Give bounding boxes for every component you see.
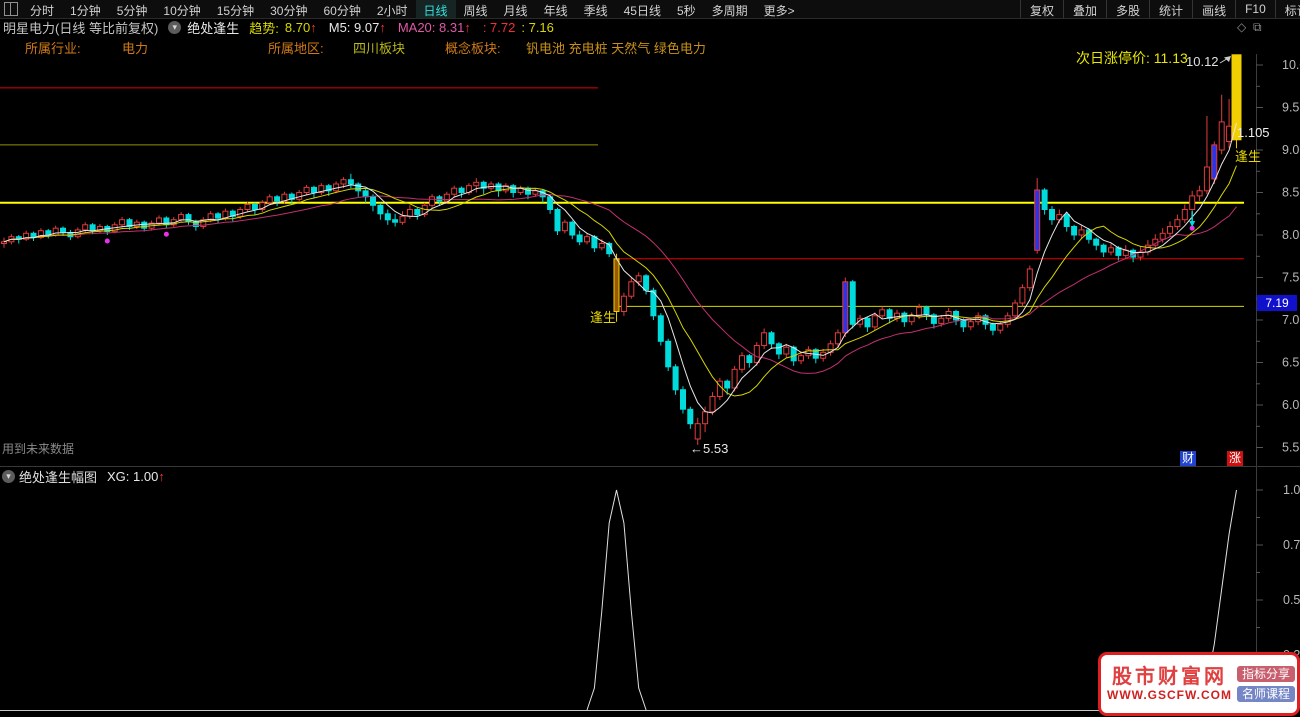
period-tab-1[interactable]: 1分钟 (62, 0, 109, 18)
instrument-title: 明星电力(日线 等比前复权) (3, 20, 159, 36)
sub-panel-header: ▾ 绝处逢生幅图 XG: 1.00 ↑ (0, 467, 165, 486)
xg-value: XG: 1.00 (107, 468, 159, 484)
m5-value: M5: 9.07 (328, 19, 380, 35)
period-tab-16[interactable]: 更多> (756, 0, 803, 18)
layout-icon[interactable] (4, 2, 18, 16)
signal-label-mid: 逢生 (590, 310, 617, 325)
period-tab-11[interactable]: 年线 (536, 0, 576, 18)
svg-text:6.0: 6.0 (1282, 398, 1299, 412)
low-price-label: ←5.53 (690, 441, 729, 456)
watermark: 股市财富网 WWW.GSCFW.COM 指标分享 名师课程 (1098, 652, 1300, 716)
period-tab-0[interactable]: 分时 (22, 0, 62, 18)
signal-label-right: 逢生 (1235, 149, 1262, 164)
tool-buttons: 复权叠加多股统计画线F10标记+自选返回 (1020, 0, 1300, 18)
region-label: 所属地区: (268, 41, 324, 56)
svg-text:1.00: 1.00 (1283, 483, 1300, 497)
tool-button-1[interactable]: 叠加 (1063, 0, 1106, 18)
svg-text:8.5: 8.5 (1282, 186, 1299, 200)
app-window: 10.0 9.5 9.0 8.5 8.0 7.5 7.0 6.5 6.0 5.5 1.00 0.75 0… (0, 0, 1300, 717)
watermark-site: 股市财富网 WWW.GSCFW.COM (1107, 666, 1232, 702)
period-tab-3[interactable]: 10分钟 (155, 0, 208, 18)
tool-button-3[interactable]: 统计 (1149, 0, 1192, 18)
sub-indicator-name[interactable]: 绝处逢生幅图 (19, 467, 97, 486)
svg-text:7.0: 7.0 (1282, 313, 1299, 327)
tool-button-2[interactable]: 多股 (1106, 0, 1149, 18)
svg-text:9.5: 9.5 (1282, 101, 1299, 115)
diamond-icon[interactable]: ◇ (1237, 20, 1246, 34)
watermark-badge-teacher-course: 名师课程 (1236, 686, 1295, 702)
trend-up-arrow: ↑ (310, 19, 317, 35)
future-data-note: 用到未来数据 (2, 442, 75, 456)
xg-up-arrow: ↑ (158, 468, 165, 484)
trend-value: 8.70 (284, 19, 311, 35)
period-tab-14[interactable]: 5秒 (669, 0, 704, 18)
period-tabs: 分时 1分钟 5分钟 10分钟 15分钟 30分钟 60分钟 2小时 日线 周线 月线 年线 季线 45日… (22, 0, 1012, 18)
window-restore-icon[interactable]: ⧉ (1253, 20, 1262, 35)
period-tab-8[interactable]: 日线 (415, 0, 456, 18)
period-tab-12[interactable]: 季线 (576, 0, 616, 18)
charts-canvas[interactable]: 10.0 9.5 9.0 8.5 8.0 7.5 7.0 6.5 6.0 5.5 1.00 0.75 0… (0, 0, 1300, 717)
sub-indicator-dropdown-icon[interactable]: ▾ (2, 469, 15, 483)
last-high-label: 10.12 (1186, 54, 1219, 69)
concept-value[interactable]: 钒电池 充电桩 天然气 绿色电力 (526, 38, 706, 57)
concept-label: 概念板块: (445, 41, 501, 56)
price-axis: 10.0 9.5 9.0 8.5 8.0 7.5 7.0 6.5 6.0 5.5 (0, 54, 1300, 714)
period-tab-9[interactable]: 周线 (456, 0, 496, 18)
period-tab-6[interactable]: 60分钟 (315, 0, 368, 18)
tool-button-4[interactable]: 画线 (1192, 0, 1235, 18)
m5-up-arrow: ↑ (379, 19, 386, 35)
level-red-value: : 7.72 (482, 19, 516, 35)
svg-text:8.0: 8.0 (1282, 228, 1299, 242)
period-tab-13[interactable]: 45日线 (616, 0, 669, 18)
finance-badge[interactable]: 财 (1180, 451, 1196, 466)
svg-text:0.75: 0.75 (1283, 538, 1300, 552)
indicator-dropdown-icon[interactable]: ▾ (168, 20, 182, 34)
candles (1, 54, 1242, 445)
watermark-site-url: WWW.GSCFW.COM (1107, 688, 1232, 702)
stock-info-bar: 所属行业: 电力 所属地区: 四川板块 概念板块: 钒电池 充电桩 天然气 绿色… (0, 36, 1300, 57)
period-tab-10[interactable]: 月线 (496, 0, 536, 18)
industry-value[interactable]: 电力 (122, 38, 148, 57)
watermark-badges: 指标分享 名师课程 (1236, 666, 1295, 702)
svg-text:0.50: 0.50 (1283, 593, 1300, 607)
period-tab-7[interactable]: 2小时 (369, 0, 416, 18)
svg-text:9.0: 9.0 (1282, 143, 1299, 157)
watermark-site-name: 股市财富网 (1111, 666, 1227, 688)
trend-label: 趋势: (249, 20, 279, 36)
current-price-marker: 7.19 (1257, 295, 1297, 311)
svg-text:5.5: 5.5 (1282, 441, 1299, 455)
industry-label: 所属行业: (25, 41, 81, 56)
period-tab-15[interactable]: 多周期 (704, 0, 756, 18)
tool-button-6[interactable]: 标记 (1274, 0, 1300, 18)
rise-badge[interactable]: 涨 (1227, 451, 1243, 466)
ma20-up-arrow: ↑ (464, 19, 471, 35)
level-yellow-value: : 7.16 (521, 19, 554, 35)
period-tab-2[interactable]: 5分钟 (109, 0, 156, 18)
svg-text:6.5: 6.5 (1282, 356, 1299, 370)
last-price-tag: 1.105 (1237, 125, 1270, 140)
indicator-name[interactable]: 绝处逢生 (187, 18, 239, 37)
level-lines (0, 87, 1244, 307)
tool-button-5[interactable]: F10 (1235, 0, 1275, 18)
svg-text:10.0: 10.0 (1282, 58, 1300, 72)
tool-button-0[interactable]: 复权 (1020, 0, 1063, 18)
ma-lines (3, 122, 1237, 414)
period-tab-4[interactable]: 15分钟 (209, 0, 262, 18)
region-value[interactable]: 四川板块 (353, 38, 405, 57)
period-toolbar: 分时 1分钟 5分钟 10分钟 15分钟 30分钟 60分钟 2小时 日线 周线 月线 年线 季线 45日… (0, 0, 1300, 19)
svg-text:7.5: 7.5 (1282, 271, 1299, 285)
watermark-badge-indicator-share: 指标分享 (1236, 666, 1295, 682)
ma20-value: MA20: 8.31 (397, 19, 465, 35)
period-tab-5[interactable]: 30分钟 (262, 0, 315, 18)
chart-title-bar: 明星电力(日线 等比前复权) ▾ 绝处逢生 趋势: 8.70 ↑ M5: 9.0… (0, 18, 1300, 36)
